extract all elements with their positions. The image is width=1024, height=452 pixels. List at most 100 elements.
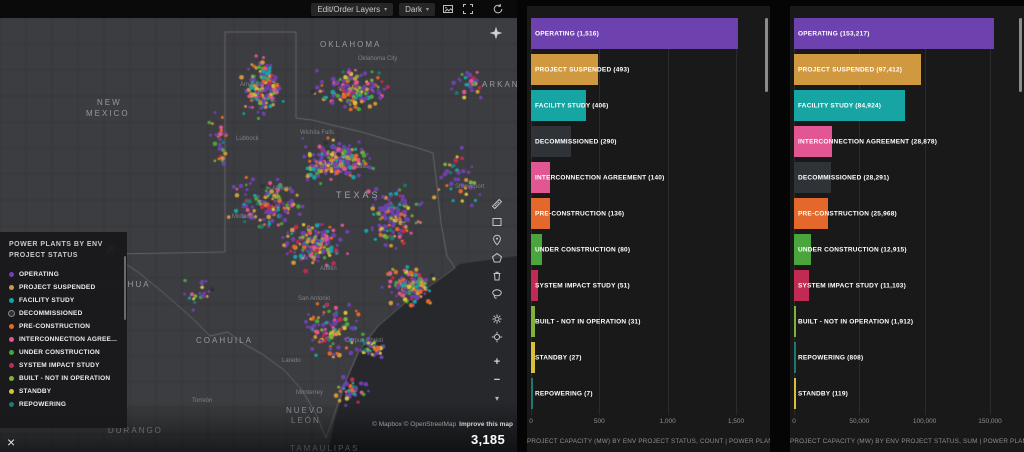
bar-row[interactable]: PROJECT SUSPENDED (493): [531, 54, 770, 85]
chart-caption: PROJECT CAPACITY (MW) BY ENV PROJECT STA…: [527, 438, 770, 445]
bar-label: INTERCONNECTION AGREEMENT (140): [535, 174, 664, 181]
draw-rectangle-icon[interactable]: [489, 214, 505, 230]
bar-row[interactable]: DECOMMISSIONED (290): [531, 126, 770, 157]
bar-label: PROJECT SUSPENDED (97,412): [798, 66, 902, 73]
bar-label: OPERATING (1,516): [535, 30, 599, 37]
zoom-in-button[interactable]: +: [489, 354, 505, 370]
draw-point-icon[interactable]: [489, 232, 505, 248]
chevron-down-icon: ▾: [426, 6, 429, 13]
bar-row[interactable]: REPOWERING (7): [531, 378, 770, 409]
legend-item-label: PRE-CONSTRUCTION: [19, 323, 90, 330]
chart-scrollbar[interactable]: [765, 18, 768, 92]
legend-item-label: REPOWERING: [19, 401, 66, 408]
bar-label: STANDBY (27): [535, 354, 582, 361]
legend-item-label: FACILITY STUDY: [19, 297, 74, 304]
bar-row[interactable]: INTERCONNECTION AGREEMENT (140): [531, 162, 770, 193]
bar-label: REPOWERING (808): [798, 354, 863, 361]
legend-item[interactable]: INTERCONNECTION AGREE...: [9, 333, 119, 346]
axis-tick-label: 1,500: [728, 418, 744, 425]
legend-item[interactable]: DECOMMISSIONED: [9, 307, 119, 320]
legend-item[interactable]: BUILT - NOT IN OPERATION: [9, 372, 119, 385]
bar-row[interactable]: INTERCONNECTION AGREEMENT (28,878): [794, 126, 1024, 157]
bar-label: PROJECT SUSPENDED (493): [535, 66, 630, 73]
bar-row[interactable]: BUILT - NOT IN OPERATION (31): [531, 306, 770, 337]
legend-item[interactable]: SYSTEM IMPACT STUDY: [9, 359, 119, 372]
legend-color-dot: [9, 350, 14, 355]
legend-color-dot: [9, 285, 14, 290]
legend-color-dot: [9, 311, 14, 316]
map-tools-toolbar: + − ▾: [489, 196, 505, 406]
bar-label: DECOMMISSIONED (28,291): [798, 174, 889, 181]
bar[interactable]: [794, 378, 796, 409]
bar-row[interactable]: FACILITY STUDY (84,924): [794, 90, 1024, 121]
bar-row[interactable]: STANDBY (119): [794, 378, 1024, 409]
map-attribution: © Mapbox © OpenStreetMapImprove this map: [372, 421, 513, 428]
collapse-toolbar-button[interactable]: ▾: [489, 390, 505, 406]
bar-label: PRE-CONSTRUCTION (25,968): [798, 210, 897, 217]
legend-item-label: SYSTEM IMPACT STUDY: [19, 362, 100, 369]
axis-tick-label: 1,000: [660, 418, 676, 425]
legend-color-dot: [9, 389, 14, 394]
legend-color-dot: [9, 324, 14, 329]
edit-order-layers-button[interactable]: Edit/Order Layers ▾: [311, 3, 393, 16]
bar[interactable]: [531, 378, 533, 409]
map-panel: Edit/Order Layers ▾ Dark ▾ OKLAHOMAARKAN…: [0, 0, 517, 452]
legend-item[interactable]: FACILITY STUDY: [9, 294, 119, 307]
legend-item[interactable]: REPOWERING: [9, 398, 119, 411]
improve-map-link[interactable]: Improve this map: [459, 421, 513, 428]
bar-row[interactable]: FACILITY STUDY (406): [531, 90, 770, 121]
legend-item-label: OPERATING: [19, 271, 59, 278]
legend-item[interactable]: PRE-CONSTRUCTION: [9, 320, 119, 333]
delete-icon[interactable]: [489, 268, 505, 284]
locate-icon[interactable]: [489, 329, 505, 345]
bar-label: FACILITY STUDY (84,924): [798, 102, 881, 109]
bar[interactable]: [794, 306, 796, 337]
bar-row[interactable]: BUILT - NOT IN OPERATION (1,912): [794, 306, 1024, 337]
bar-row[interactable]: PRE-CONSTRUCTION (25,968): [794, 198, 1024, 229]
axis-tick-label: 50,000: [849, 418, 869, 425]
bar[interactable]: [794, 342, 796, 373]
legend-item-label: PROJECT SUSPENDED: [19, 284, 95, 291]
measure-icon[interactable]: [489, 196, 505, 212]
effects-icon[interactable]: [489, 26, 503, 40]
bar-row[interactable]: UNDER CONSTRUCTION (80): [531, 234, 770, 265]
chart-scrollbar[interactable]: [1019, 18, 1022, 92]
close-button[interactable]: ×: [7, 435, 15, 449]
bar-row[interactable]: SYSTEM IMPACT STUDY (51): [531, 270, 770, 301]
map-viewport[interactable]: OKLAHOMAARKANSASNEWMEXICOTEXASCHIHUAHUAC…: [0, 18, 517, 452]
bar-row[interactable]: PROJECT SUSPENDED (97,412): [794, 54, 1024, 85]
legend-title-line2: PROJECT STATUS: [9, 251, 119, 262]
draw-polygon-icon[interactable]: [489, 250, 505, 266]
legend-item[interactable]: UNDER CONSTRUCTION: [9, 346, 119, 359]
legend-list: OPERATING PROJECT SUSPENDED FACILITY STUDY…: [9, 268, 119, 411]
chart-plot: OPERATING (1,516) PROJECT SUSPENDED (493)…: [527, 18, 770, 415]
legend-item[interactable]: PROJECT SUSPENDED: [9, 281, 119, 294]
feature-count: 3,185: [471, 432, 505, 447]
legend-item[interactable]: STANDBY: [9, 385, 119, 398]
bar-row[interactable]: UNDER CONSTRUCTION (12,915): [794, 234, 1024, 265]
bar-row[interactable]: OPERATING (153,217): [794, 18, 1024, 49]
bar-row[interactable]: SYSTEM IMPACT STUDY (11,103): [794, 270, 1024, 301]
lasso-icon[interactable]: [489, 286, 505, 302]
legend-item[interactable]: OPERATING: [9, 268, 119, 281]
settings-icon[interactable]: [489, 311, 505, 327]
basemap-select[interactable]: Dark ▾: [399, 3, 435, 16]
basemap-label: Dark: [405, 5, 422, 14]
export-image-icon[interactable]: [441, 2, 455, 16]
chart-plot: OPERATING (153,217) PROJECT SUSPENDED (97…: [790, 18, 1024, 415]
bar-row[interactable]: PRE-CONSTRUCTION (136): [531, 198, 770, 229]
refresh-icon[interactable]: [491, 2, 505, 16]
bar-row[interactable]: STANDBY (27): [531, 342, 770, 373]
axis-tick-label: 0: [529, 418, 533, 425]
bar-row[interactable]: OPERATING (1,516): [531, 18, 770, 49]
map-legend: POWER PLANTS BY ENV PROJECT STATUS OPERA…: [0, 232, 127, 428]
fullscreen-icon[interactable]: [461, 2, 475, 16]
legend-scrollbar[interactable]: [124, 256, 126, 320]
bar-label: SYSTEM IMPACT STUDY (11,103): [798, 282, 906, 289]
zoom-out-button[interactable]: −: [489, 372, 505, 388]
bar-label: BUILT - NOT IN OPERATION (1,912): [798, 318, 913, 325]
bar-row[interactable]: DECOMMISSIONED (28,291): [794, 162, 1024, 193]
attribution-text: © Mapbox © OpenStreetMap: [372, 421, 456, 428]
legend-color-dot: [9, 376, 14, 381]
bar-row[interactable]: REPOWERING (808): [794, 342, 1024, 373]
